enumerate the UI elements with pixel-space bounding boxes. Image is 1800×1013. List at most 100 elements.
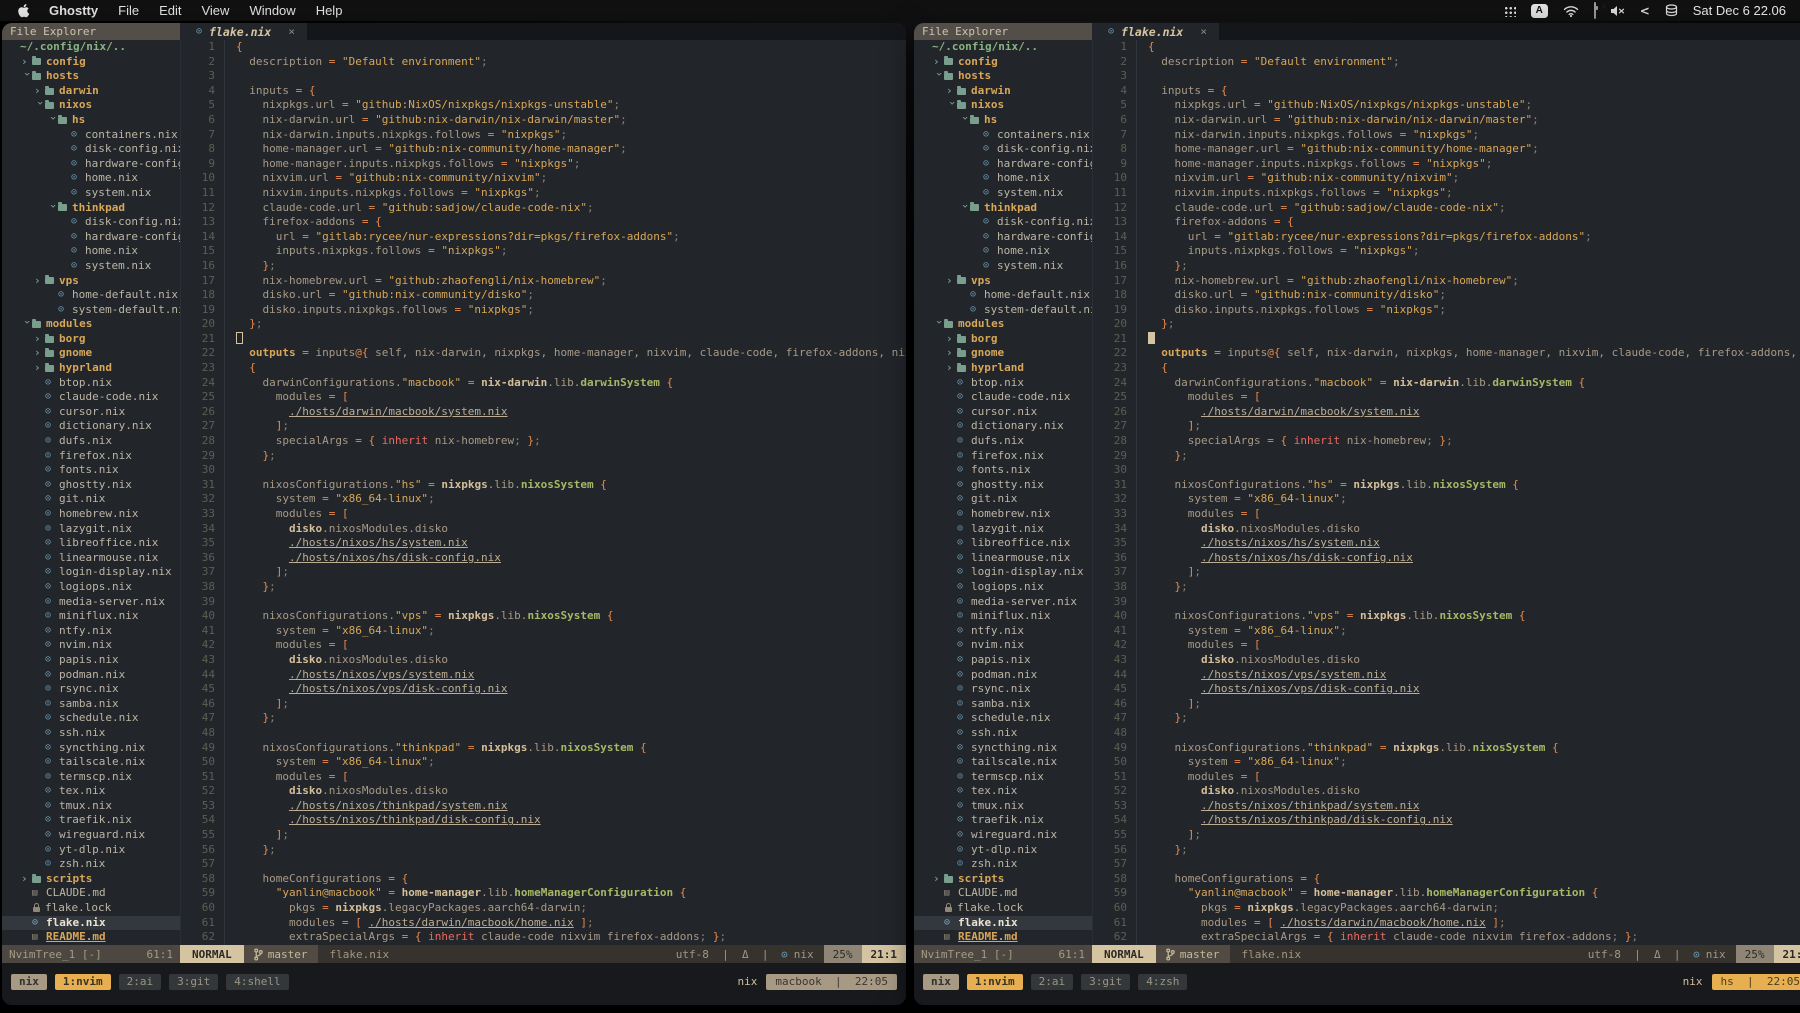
tree-item[interactable]: ›modules bbox=[914, 317, 1092, 332]
tree-item[interactable]: ⊙yt-dlp.nix bbox=[914, 843, 1092, 858]
tree-item[interactable]: ⊙dufs.nix bbox=[2, 434, 180, 449]
chevron-right-icon[interactable]: › bbox=[946, 274, 957, 289]
tree-item[interactable]: ⊙system-default.nix bbox=[2, 303, 180, 318]
tree-item[interactable]: ›scripts bbox=[914, 872, 1092, 887]
tree-item[interactable]: ⊙disk-config.nix bbox=[914, 215, 1092, 230]
chevron-right-icon[interactable]: › bbox=[946, 346, 957, 361]
tree-item[interactable]: ⊙disk-config.nix bbox=[2, 215, 180, 230]
tree-item[interactable]: ▤CLAUDE.md bbox=[914, 886, 1092, 901]
tab-close-icon[interactable]: × bbox=[288, 25, 295, 38]
tree-item[interactable]: ⊙home.nix bbox=[2, 171, 180, 186]
tree-item[interactable]: ⊙syncthing.nix bbox=[2, 741, 180, 756]
nvimtree-panel[interactable]: ~/.config/nix/..›config›hosts›darwin›nix… bbox=[2, 40, 181, 945]
tree-item[interactable]: ⊙libreoffice.nix bbox=[2, 536, 180, 551]
tree-item[interactable]: ›darwin bbox=[2, 84, 180, 99]
tmux-window-4:shell[interactable]: 4:shell bbox=[226, 974, 288, 990]
tree-item[interactable]: ⊙wireguard.nix bbox=[2, 828, 180, 843]
tree-item[interactable]: ⊙ntfy.nix bbox=[2, 624, 180, 639]
tree-item[interactable]: ⊙claude-code.nix bbox=[2, 390, 180, 405]
tree-item[interactable]: ⊙miniflux.nix bbox=[2, 609, 180, 624]
tree-item[interactable]: ⊙containers.nix bbox=[2, 128, 180, 143]
tree-item[interactable]: ›gnome bbox=[2, 346, 180, 361]
tree-item[interactable]: ⊙ssh.nix bbox=[2, 726, 180, 741]
tree-item[interactable]: ⊙tailscale.nix bbox=[2, 755, 180, 770]
tree-item[interactable]: ⊙syncthing.nix bbox=[914, 741, 1092, 756]
tree-item[interactable]: ⊙tmux.nix bbox=[2, 799, 180, 814]
chevron-right-icon[interactable]: › bbox=[34, 332, 45, 347]
apple-menu-icon[interactable] bbox=[12, 3, 39, 18]
tree-item[interactable]: ›scripts bbox=[2, 872, 180, 887]
tree-item[interactable]: ⊙rsync.nix bbox=[914, 682, 1092, 697]
tmux-window-3:git[interactable]: 3:git bbox=[169, 974, 218, 990]
stats-icon[interactable] bbox=[1665, 4, 1678, 17]
chevron-right-icon[interactable]: › bbox=[34, 361, 45, 376]
tree-item[interactable]: ›hosts bbox=[2, 69, 180, 84]
tree-item[interactable]: ⊙nvim.nix bbox=[2, 638, 180, 653]
tmux-session-name[interactable]: nix bbox=[923, 974, 959, 990]
chevron-left-icon[interactable]: < bbox=[1640, 4, 1650, 18]
tree-item[interactable]: ⊙fonts.nix bbox=[914, 463, 1092, 478]
tree-item[interactable]: ⊙git.nix bbox=[914, 492, 1092, 507]
tree-item[interactable]: ›borg bbox=[914, 332, 1092, 347]
tree-item[interactable]: ⊙flake.nix bbox=[2, 916, 180, 931]
tree-item[interactable]: ⊙logiops.nix bbox=[914, 580, 1092, 595]
tree-item[interactable]: ›modules bbox=[2, 317, 180, 332]
tree-item[interactable]: ›thinkpad bbox=[914, 201, 1092, 216]
tree-item[interactable]: ⊙home.nix bbox=[914, 171, 1092, 186]
tree-item[interactable]: ⊙git.nix bbox=[2, 492, 180, 507]
chevron-right-icon[interactable]: › bbox=[933, 872, 944, 887]
editor-buffer[interactable]: 1{2 description = "Default environment";… bbox=[181, 40, 906, 945]
tree-item[interactable]: ⊙hardware-configuration.nix bbox=[914, 157, 1092, 172]
tree-item[interactable]: ⊙linearmouse.nix bbox=[914, 551, 1092, 566]
tree-item[interactable]: ⊙ssh.nix bbox=[914, 726, 1092, 741]
tree-item[interactable]: ▤CLAUDE.md bbox=[2, 886, 180, 901]
tree-item[interactable]: ⊙homebrew.nix bbox=[914, 507, 1092, 522]
tree-item[interactable]: ⊙firefox.nix bbox=[914, 449, 1092, 464]
tree-item[interactable]: ⊙lazygit.nix bbox=[914, 522, 1092, 537]
menu-item-window[interactable]: Window bbox=[239, 0, 305, 21]
menu-item-view[interactable]: View bbox=[191, 0, 239, 21]
chevron-right-icon[interactable]: › bbox=[34, 84, 45, 99]
chevron-right-icon[interactable]: › bbox=[933, 55, 944, 70]
tree-item[interactable]: ⊙wireguard.nix bbox=[914, 828, 1092, 843]
tree-item[interactable]: ⊙dictionary.nix bbox=[2, 419, 180, 434]
tmux-window-3:git[interactable]: 3:git bbox=[1081, 974, 1130, 990]
tree-item[interactable]: ⊙cursor.nix bbox=[2, 405, 180, 420]
chevron-right-icon[interactable]: › bbox=[946, 361, 957, 376]
apps-grid-icon[interactable] bbox=[1504, 5, 1516, 17]
tmux-window-2:ai[interactable]: 2:ai bbox=[119, 974, 162, 990]
tmux-window-1:nvim[interactable]: 1:nvim bbox=[55, 974, 111, 990]
tree-item[interactable]: ⊙homebrew.nix bbox=[2, 507, 180, 522]
tree-item[interactable]: ⊙zsh.nix bbox=[2, 857, 180, 872]
tree-item[interactable]: ⊙papis.nix bbox=[2, 653, 180, 668]
tree-item[interactable]: ›config bbox=[2, 55, 180, 70]
tree-item[interactable]: ›darwin bbox=[914, 84, 1092, 99]
tree-item[interactable]: ▤README.md bbox=[914, 930, 1092, 945]
tree-item[interactable]: ⊙disk-config.nix bbox=[2, 142, 180, 157]
tree-item[interactable]: ⊙zsh.nix bbox=[914, 857, 1092, 872]
tree-item[interactable]: ⊙home-default.nix bbox=[914, 288, 1092, 303]
tree-item[interactable]: ⊙login-display.nix bbox=[2, 565, 180, 580]
menu-item-ghostty[interactable]: Ghostty bbox=[39, 0, 108, 21]
tree-item[interactable]: ⊙hardware-configuration.nix bbox=[914, 230, 1092, 245]
editor-buffer[interactable]: 1{2 description = "Default environment";… bbox=[1093, 40, 1800, 945]
tree-item[interactable]: ›thinkpad bbox=[2, 201, 180, 216]
tree-item[interactable]: ›nixos bbox=[914, 98, 1092, 113]
mute-icon[interactable] bbox=[1611, 5, 1625, 17]
tree-item[interactable]: ⊙podman.nix bbox=[2, 668, 180, 683]
tab-close-icon[interactable]: × bbox=[1200, 25, 1207, 38]
tree-item[interactable]: ⊙system.nix bbox=[914, 259, 1092, 274]
chevron-right-icon[interactable]: › bbox=[21, 872, 32, 887]
tmux-window-4:zsh[interactable]: 4:zsh bbox=[1138, 974, 1187, 990]
tree-item[interactable]: ›hyprland bbox=[914, 361, 1092, 376]
chevron-right-icon[interactable]: › bbox=[34, 274, 45, 289]
tree-item[interactable]: ⊙libreoffice.nix bbox=[914, 536, 1092, 551]
nvimtree-panel[interactable]: ~/.config/nix/..›config›hosts›darwin›nix… bbox=[914, 40, 1093, 945]
tree-item[interactable]: ⊙nvim.nix bbox=[914, 638, 1092, 653]
tree-item[interactable]: ⊙miniflux.nix bbox=[914, 609, 1092, 624]
tree-item[interactable]: ⊙dufs.nix bbox=[914, 434, 1092, 449]
tree-root[interactable]: ~/.config/nix/.. bbox=[2, 40, 180, 55]
tree-item[interactable]: ⊙termscp.nix bbox=[2, 770, 180, 785]
tree-item[interactable]: ⊙disk-config.nix bbox=[914, 142, 1092, 157]
tree-item[interactable]: ⊙btop.nix bbox=[914, 376, 1092, 391]
